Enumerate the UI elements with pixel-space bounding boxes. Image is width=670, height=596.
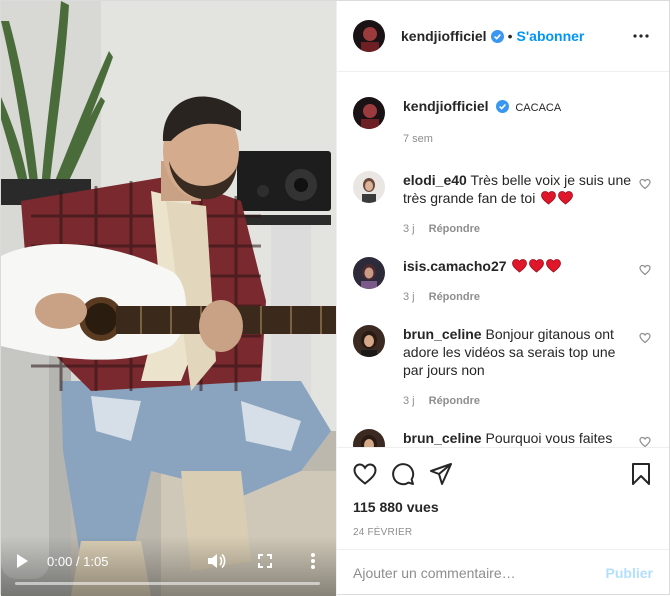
reply-button[interactable]: Répondre bbox=[429, 395, 480, 407]
comment-item: brun_celine Pourquoi vous faites bbox=[353, 429, 653, 447]
red-heart-emoji-icon bbox=[529, 259, 545, 273]
post-container: 0:00 / 1:05 kendjiofficiel • S'abonner k… bbox=[0, 0, 670, 596]
video-frame bbox=[1, 1, 336, 596]
comments-list[interactable]: kendjiofficiel CACACA 7 sem elodi_e40 Tr… bbox=[337, 73, 669, 447]
verified-badge-icon bbox=[490, 29, 504, 43]
red-heart-emoji-icon bbox=[541, 191, 557, 205]
caption-time[interactable]: 7 sem bbox=[403, 133, 433, 145]
comment-item: isis.camacho27 3 j Répondre bbox=[353, 257, 653, 303]
play-icon[interactable] bbox=[11, 550, 33, 572]
video-more-icon[interactable] bbox=[302, 550, 324, 572]
avatar[interactable] bbox=[353, 429, 385, 447]
like-comment-heart-icon[interactable] bbox=[639, 435, 651, 447]
more-options-icon[interactable] bbox=[629, 24, 653, 48]
avatar[interactable] bbox=[353, 97, 385, 129]
fullscreen-icon[interactable] bbox=[254, 550, 276, 572]
comment-time[interactable]: 3 j bbox=[403, 291, 415, 303]
views-count[interactable]: 115 880 vues bbox=[353, 499, 653, 515]
follow-button[interactable]: S'abonner bbox=[516, 28, 584, 44]
reply-button[interactable]: Répondre bbox=[429, 291, 480, 303]
video-progress-bar[interactable] bbox=[15, 582, 320, 585]
caption-text: CACACA bbox=[515, 102, 562, 114]
post-side-panel: kendjiofficiel • S'abonner kendjiofficie… bbox=[336, 1, 669, 596]
separator-dot: • bbox=[507, 28, 513, 44]
comment-bubble-icon[interactable] bbox=[391, 462, 415, 486]
comment-text: Pourquoi vous faites bbox=[485, 430, 613, 446]
red-heart-emoji-icon bbox=[512, 259, 528, 273]
red-heart-emoji-icon bbox=[546, 259, 562, 273]
comment-username[interactable]: brun_celine bbox=[403, 326, 482, 342]
volume-icon[interactable] bbox=[206, 550, 228, 572]
header-username[interactable]: kendjiofficiel bbox=[401, 28, 487, 44]
comment-username[interactable]: elodi_e40 bbox=[403, 172, 467, 188]
like-comment-heart-icon[interactable] bbox=[639, 177, 651, 190]
share-send-icon[interactable] bbox=[429, 462, 453, 486]
post-date[interactable]: 24 FÉVRIER bbox=[353, 527, 653, 538]
avatar[interactable] bbox=[353, 257, 385, 289]
comment-time[interactable]: 3 j bbox=[403, 395, 415, 407]
red-heart-emoji-icon bbox=[558, 191, 574, 205]
comment-item: elodi_e40 Très belle voix je suis une tr… bbox=[353, 171, 653, 235]
video-controls: 0:00 / 1:05 bbox=[1, 536, 336, 596]
like-comment-heart-icon[interactable] bbox=[639, 263, 651, 276]
verified-badge-icon bbox=[496, 99, 510, 113]
add-comment-bar: Publier bbox=[337, 549, 669, 596]
like-comment-heart-icon[interactable] bbox=[639, 331, 651, 344]
video-time: 0:00 / 1:05 bbox=[47, 553, 109, 569]
comment-username[interactable]: brun_celine bbox=[403, 430, 482, 446]
publish-button[interactable]: Publier bbox=[606, 565, 653, 581]
caption-username[interactable]: kendjiofficiel bbox=[403, 98, 489, 114]
avatar[interactable] bbox=[353, 20, 385, 52]
caption: kendjiofficiel CACACA 7 sem bbox=[353, 73, 653, 145]
avatar[interactable] bbox=[353, 171, 385, 203]
video-player[interactable]: 0:00 / 1:05 bbox=[1, 1, 336, 596]
like-heart-icon[interactable] bbox=[353, 462, 377, 486]
post-header: kendjiofficiel • S'abonner bbox=[337, 1, 669, 72]
comment-input[interactable] bbox=[353, 565, 606, 581]
reply-button[interactable]: Répondre bbox=[429, 223, 480, 235]
comment-username[interactable]: isis.camacho27 bbox=[403, 258, 507, 274]
comment-item: brun_celine Bonjour gitanous ont adore l… bbox=[353, 325, 653, 407]
save-bookmark-icon[interactable] bbox=[629, 462, 653, 486]
post-actions: 115 880 vues 24 FÉVRIER bbox=[337, 447, 669, 538]
comment-time[interactable]: 3 j bbox=[403, 223, 415, 235]
avatar[interactable] bbox=[353, 325, 385, 357]
